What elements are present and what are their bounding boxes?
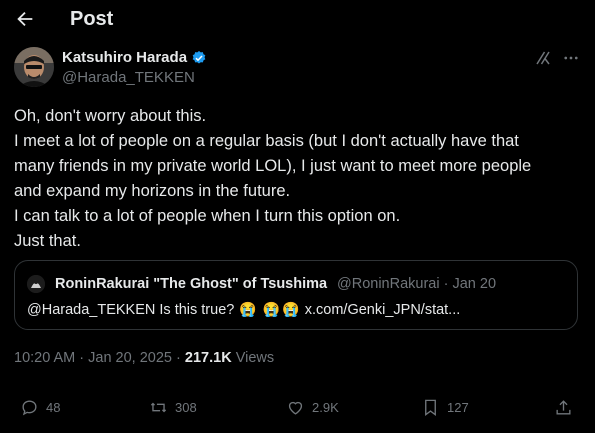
reply-count: 48 (46, 400, 61, 415)
tweet-line: I can talk to a lot of people when I tur… (14, 207, 401, 225)
repost-count: 308 (175, 400, 197, 415)
like-count: 2.9K (312, 400, 339, 415)
grok-icon[interactable] (534, 49, 552, 67)
share-icon (556, 400, 571, 415)
quoted-text-prefix: @Harada_TEKKEN Is this true? (27, 301, 235, 318)
views-count: 217.1K (184, 350, 232, 366)
post-time[interactable]: 10:20 AM · Jan 20, 2025 (14, 350, 172, 366)
page-title: Post (70, 8, 114, 30)
quoted-avatar (27, 275, 45, 293)
quoted-date: Jan 20 (452, 276, 497, 292)
author-name-text: Katsuhiro Harada (62, 49, 188, 66)
action-bar: 48 308 2.9K 127 (0, 398, 595, 422)
bookmark-button[interactable]: 127 (421, 398, 469, 417)
bookmark-icon (425, 399, 436, 416)
separator: · (443, 276, 449, 292)
more-options-icon[interactable] (562, 49, 580, 67)
crying-emoji: 😭 (262, 301, 281, 317)
reply-button[interactable]: 48 (20, 398, 60, 417)
tweet-line: many friends in my private world LOL), I… (14, 157, 532, 175)
author-handle[interactable]: @Harada_TEKKEN (62, 69, 195, 86)
tweet-line: Just that. (14, 232, 81, 250)
author-name[interactable]: Katsuhiro Harada (62, 49, 207, 66)
views-label: Views (235, 350, 275, 366)
share-button[interactable] (554, 398, 573, 417)
quoted-author-name: RoninRakurai "The Ghost" of Tsushima (55, 276, 328, 292)
avatar[interactable] (14, 47, 54, 87)
quoted-post[interactable]: RoninRakurai "The Ghost" of Tsushima @Ro… (14, 260, 578, 330)
crying-emoji: 😭 (239, 301, 257, 317)
repost-icon (150, 402, 167, 413)
reply-icon (22, 400, 37, 416)
tweet-line: and expand my horizons in the future. (14, 182, 291, 200)
top-bar: Post (0, 0, 595, 40)
verified-badge-icon (192, 50, 206, 64)
back-arrow-icon[interactable] (14, 8, 36, 30)
crying-emoji: 😭 (282, 301, 300, 317)
repost-button[interactable]: 308 (149, 398, 197, 417)
tweet-line: I meet a lot of people on a regular basi… (14, 132, 519, 150)
post-meta: 10:20 AM · Jan 20, 2025 · 217.1K Views (14, 350, 274, 366)
quoted-meta: @RoninRakurai · Jan 20 (337, 276, 496, 292)
tweet-text: Oh, don't worry about this. I meet a lot… (14, 104, 574, 254)
quoted-handle: @RoninRakurai (337, 276, 440, 292)
like-button[interactable]: 2.9K (286, 398, 339, 417)
heart-icon (288, 401, 303, 415)
tweet-line: Oh, don't worry about this. (14, 107, 207, 125)
bookmark-count: 127 (447, 400, 469, 415)
quoted-link[interactable]: x.com/Genki_JPN/stat... (305, 302, 461, 318)
quoted-text: @Harada_TEKKEN Is this true? 😭 😭 😭 x.com/… (27, 301, 460, 318)
separator: · (176, 350, 181, 366)
